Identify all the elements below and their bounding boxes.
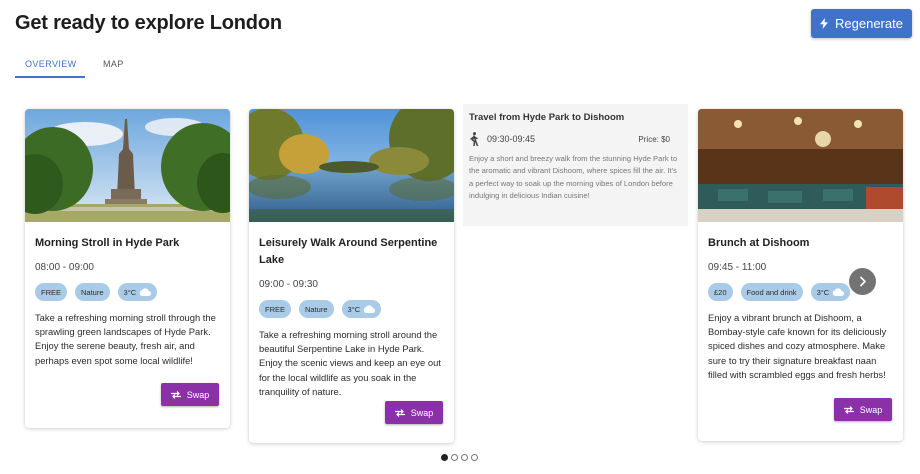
tab-map[interactable]: MAP: [93, 50, 134, 78]
travel-segment: Travel from Hyde Park to Dishoom 09:30-0…: [463, 104, 688, 226]
tab-overview[interactable]: OVERVIEW: [15, 50, 85, 78]
chip-label: FREE: [41, 287, 62, 297]
travel-time: 09:30-09:45: [487, 134, 536, 144]
regenerate-button[interactable]: Regenerate: [811, 9, 912, 38]
chip-label: Food and drink: [746, 287, 797, 297]
weather-chip: 3°C: [810, 283, 851, 301]
swap-button[interactable]: Swap: [161, 383, 219, 406]
swap-arrows-icon: [170, 390, 181, 399]
carousel-next-button[interactable]: [849, 268, 876, 295]
chip-label: £20: [714, 287, 727, 297]
activity-description: Take a refreshing morning stroll through…: [35, 312, 216, 366]
activity-title: Morning Stroll in Hyde Park: [35, 237, 180, 249]
swap-label: Swap: [859, 404, 883, 415]
regenerate-label: Regenerate: [835, 16, 903, 31]
carousel-pagination: [441, 454, 478, 461]
category-chip: Food and drink: [740, 283, 803, 301]
cloud-icon: [363, 305, 376, 313]
swap-label: Swap: [410, 407, 434, 418]
dishoom-photo: [698, 109, 903, 222]
chip-label: Nature: [81, 287, 104, 297]
bolt-icon: [820, 18, 829, 29]
walking-person-icon: [470, 132, 479, 146]
swap-label: Swap: [186, 389, 210, 400]
tag-list: FREE Nature 3°C: [259, 300, 444, 318]
chip-label: 3°C: [347, 304, 361, 314]
tab-bar: OVERVIEW MAP: [15, 50, 134, 78]
travel-price: Price: $0: [638, 134, 670, 144]
swap-arrows-icon: [843, 405, 854, 414]
hyde-park-photo: [25, 109, 230, 222]
serpentine-lake-photo: [249, 109, 454, 222]
category-chip: Nature: [75, 283, 110, 301]
activity-title: Leisurely Walk Around Serpentine Lake: [259, 237, 438, 266]
cloud-icon: [139, 288, 152, 296]
swap-button[interactable]: Swap: [385, 401, 443, 424]
weather-chip: 3°C: [117, 283, 158, 301]
swap-button[interactable]: Swap: [834, 398, 892, 421]
travel-description: Enjoy a short and breezy walk from the s…: [469, 154, 678, 201]
activity-time: 08:00 - 09:00: [35, 262, 94, 273]
carousel-dot[interactable]: [461, 454, 468, 461]
swap-arrows-icon: [394, 408, 405, 417]
activity-title: Brunch at Dishoom: [708, 237, 810, 249]
carousel-dot[interactable]: [471, 454, 478, 461]
chip-label: 3°C: [816, 287, 830, 297]
activity-card-hyde-park[interactable]: Morning Stroll in Hyde Park 08:00 - 09:0…: [25, 109, 230, 428]
price-chip: £20: [708, 283, 733, 301]
activity-description: Enjoy a vibrant brunch at Dishoom, a Bom…: [708, 312, 887, 380]
activity-description: Take a refreshing morning stroll around …: [259, 329, 441, 397]
activity-card-serpentine-lake[interactable]: Leisurely Walk Around Serpentine Lake 09…: [249, 109, 454, 443]
page-title: Get ready to explore London: [15, 12, 282, 34]
chip-label: 3°C: [123, 287, 137, 297]
tag-list: FREE Nature 3°C: [35, 283, 220, 301]
activity-time: 09:00 - 09:30: [259, 279, 318, 290]
travel-title: Travel from Hyde Park to Dishoom: [469, 112, 625, 123]
price-chip: FREE: [259, 300, 292, 318]
carousel-dot[interactable]: [451, 454, 458, 461]
category-chip: Nature: [299, 300, 334, 318]
price-chip: FREE: [35, 283, 68, 301]
chip-label: FREE: [265, 304, 286, 314]
weather-chip: 3°C: [341, 300, 382, 318]
cloud-icon: [832, 288, 845, 296]
carousel-dot[interactable]: [441, 454, 448, 461]
chevron-right-icon: [859, 276, 866, 287]
chip-label: Nature: [305, 304, 328, 314]
